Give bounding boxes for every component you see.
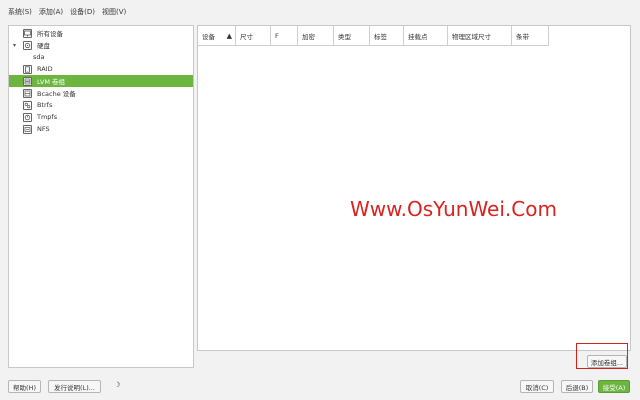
monitor-icon [23, 28, 32, 38]
add-volume-group-button[interactable]: 添加卷组... [587, 355, 627, 368]
col-header-label: 尺寸 [240, 32, 253, 41]
raid-icon [23, 64, 32, 74]
col-header-label: F [275, 31, 279, 40]
accept-button[interactable]: 接受(A) [598, 380, 630, 393]
menu-bar: 系统(S) 添加(A) 设备(D) 视图(V) [0, 0, 640, 24]
tree-item-disks[interactable]: ▾ 硬盘 [9, 39, 193, 51]
cancel-button[interactable]: 取消(C) [520, 380, 554, 393]
tree-item-lvm[interactable]: LVM 卷组 [9, 75, 193, 87]
sort-ascending-icon: ▲ [226, 31, 232, 40]
tree-item-sda[interactable]: sda [9, 51, 193, 63]
col-header-label: 条带 [516, 32, 529, 41]
tree-label: 所有设备 [37, 30, 63, 38]
col-header-format[interactable]: F [271, 26, 298, 45]
tree-label: NFS [37, 125, 50, 133]
tree-item-bcache[interactable]: Bcache 设备 [9, 87, 193, 99]
col-header-mount-point[interactable]: 挂载点 [404, 26, 448, 45]
bcache-icon [23, 88, 32, 98]
menu-system[interactable]: 系统(S) [8, 7, 32, 17]
tree-label: LVM 卷组 [37, 78, 66, 86]
col-header-label-col[interactable]: 标签 [370, 26, 404, 45]
col-header-encrypted[interactable]: 加密 [298, 26, 334, 45]
moon-icon[interactable]: ☽ [114, 381, 120, 389]
col-header-label: 加密 [302, 32, 315, 41]
col-header-type[interactable]: 类型 [334, 26, 370, 45]
tree-item-tmpfs[interactable]: Tmpfs [9, 111, 193, 123]
col-header-label: 设备 [202, 32, 215, 41]
back-button[interactable]: 后退(B) [561, 380, 593, 393]
collapse-arrow-icon[interactable]: ▾ [13, 42, 16, 49]
menu-view[interactable]: 视图(V) [102, 7, 126, 17]
tree-item-raid[interactable]: RAID [9, 63, 193, 75]
col-header-label: 挂载点 [408, 32, 428, 41]
help-button[interactable]: 帮助(H) [8, 380, 41, 393]
menu-device[interactable]: 设备(D) [70, 7, 95, 17]
tree-label: Tmpfs [37, 113, 58, 121]
tree-label: 硬盘 [37, 42, 50, 50]
col-header-size[interactable]: 尺寸 [236, 26, 271, 45]
tree-label: Bcache 设备 [37, 90, 76, 98]
watermark-text: Www.OsYunWei.Com [350, 197, 557, 221]
col-header-device[interactable]: 设备 ▲ [198, 26, 236, 45]
tree-label: Btrfs [37, 101, 53, 109]
col-header-stripes[interactable]: 条带 [512, 26, 549, 45]
volume-table: 设备 ▲ 尺寸 F 加密 类型 标签 挂载点 物理区域尺寸 条带 [197, 25, 631, 351]
table-header: 设备 ▲ 尺寸 F 加密 类型 标签 挂载点 物理区域尺寸 条带 [198, 26, 549, 46]
col-header-pe-size[interactable]: 物理区域尺寸 [448, 26, 512, 45]
tree-item-nfs[interactable]: NFS [9, 123, 193, 135]
btrfs-icon [23, 100, 32, 110]
tree-label: RAID [37, 65, 53, 73]
device-tree: 所有设备 ▾ 硬盘 sda RAID LVM 卷组 Bcache 设备 Btrf… [8, 25, 194, 368]
tree-item-all-devices[interactable]: 所有设备 [9, 27, 193, 39]
col-header-label: 类型 [338, 32, 351, 41]
tree-label: sda [33, 53, 45, 61]
col-header-label: 物理区域尺寸 [452, 32, 491, 41]
release-notes-button[interactable]: 发行说明(L)... [48, 380, 101, 393]
col-header-label: 标签 [374, 32, 387, 41]
menu-add[interactable]: 添加(A) [39, 7, 63, 17]
tmpfs-icon [23, 112, 32, 122]
hard-disk-icon [23, 40, 32, 50]
nfs-icon [23, 124, 32, 134]
lvm-icon [23, 76, 32, 86]
tree-item-btrfs[interactable]: Btrfs [9, 99, 193, 111]
